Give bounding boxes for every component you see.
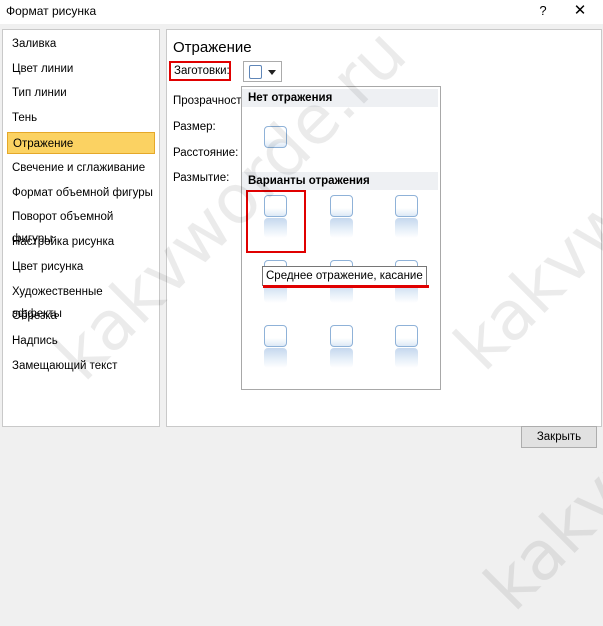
distance-label: Расстояние: [173,147,239,159]
reflection-preset-2[interactable] [327,193,357,241]
close-icon[interactable]: ✕ [570,1,590,21]
presets-dropdown[interactable] [243,61,282,82]
sidebar-item-line-style[interactable]: Тип линии [7,82,155,104]
help-button[interactable]: ? [534,2,552,20]
no-reflection-header: Нет отражения [242,89,438,107]
close-button[interactable]: Закрыть [521,426,597,448]
sidebar-item-text-box[interactable]: Надпись [7,330,155,352]
sidebar-item-3d-format[interactable]: Формат объемной фигуры [7,182,155,204]
reflection-preset-7[interactable] [261,323,291,371]
sidebar-item-3d-rotation[interactable]: Поворот объемной фигуры [7,206,155,245]
preset-tooltip: Среднее отражение, касание [262,266,427,286]
sidebar-item-glow[interactable]: Свечение и сглаживание [7,157,155,179]
window-title: Формат рисунка [6,4,97,18]
tooltip-underline [263,285,429,288]
blur-label: Размытие: [173,172,230,184]
sidebar-item-artistic-effects[interactable]: Художественные эффекты [7,281,155,320]
section-title: Отражение [173,39,252,56]
variants-header: Варианты отражения [242,172,438,190]
reflection-preset-3[interactable] [392,193,422,241]
sidebar-item-fill[interactable]: Заливка [7,33,155,55]
sidebar: Заливка Цвет линии Тип линии Тень Отраже… [2,29,160,427]
sidebar-item-shadow[interactable]: Тень [7,107,155,129]
reflection-preset-9[interactable] [392,323,422,371]
transparency-label: Прозрачность [173,95,248,107]
size-label: Размер: [173,121,216,133]
reflection-preset-8[interactable] [327,323,357,371]
title-bar: Формат рисунка ? ✕ [0,0,603,24]
selected-preset-highlight [246,190,306,253]
sidebar-item-crop[interactable]: Обрезка [7,305,155,327]
chevron-down-icon [268,70,276,75]
preset-preview-icon [249,65,262,79]
sidebar-item-alt-text[interactable]: Замещающий текст [7,355,155,377]
presets-label: Заготовки: [169,61,231,81]
sidebar-item-picture-corrections[interactable]: Настройка рисунка [7,231,155,253]
sidebar-item-line-color[interactable]: Цвет линии [7,58,155,80]
reflection-preset-none[interactable] [261,124,291,172]
sidebar-item-reflection[interactable]: Отражение [7,132,155,154]
sidebar-item-picture-color[interactable]: Цвет рисунка [7,256,155,278]
